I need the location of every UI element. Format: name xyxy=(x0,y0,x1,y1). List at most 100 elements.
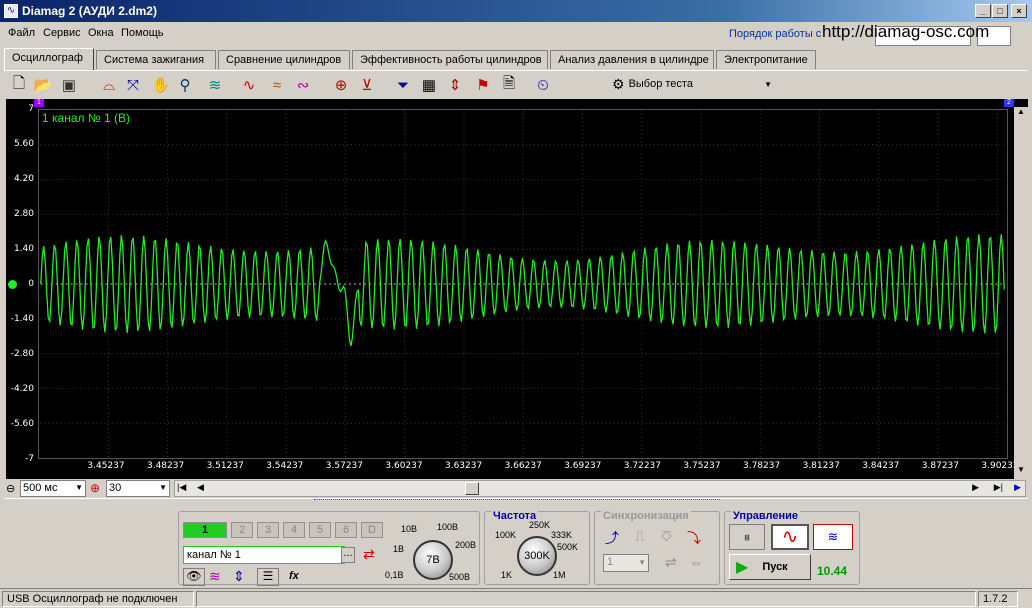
eye-icon[interactable]: 👁 xyxy=(183,568,205,586)
filter-icon[interactable]: ≋ xyxy=(204,74,226,96)
status-spacer xyxy=(196,591,976,607)
chevron-down-icon: ▼ xyxy=(75,483,83,492)
tab-oscilloscope[interactable]: Осциллограф xyxy=(4,48,94,70)
menu-windows[interactable]: Окна xyxy=(88,27,114,39)
close-button[interactable]: × xyxy=(1011,4,1027,18)
y-tick-label: 4.20 xyxy=(13,174,34,184)
timebase-minus-icon[interactable]: ⊖ xyxy=(6,482,15,495)
channel-button-1[interactable]: 1 xyxy=(183,522,227,538)
browse-button[interactable]: ... xyxy=(341,547,355,563)
oscilloscope-view[interactable]: 1 2 7 5.60 4.20 2.80 1.40 0 -1.40 -2.80 -4.20 -5.… xyxy=(6,99,1028,479)
sync-level-icon[interactable]: ⇌ xyxy=(665,554,677,571)
version-text: 1.7.2 xyxy=(978,591,1018,607)
panel-splitter[interactable] xyxy=(314,499,720,503)
grid-lines-icon[interactable]: ☰ xyxy=(257,568,279,586)
wave-b-icon[interactable]: ≈ xyxy=(266,74,288,96)
minimize-button[interactable]: _ xyxy=(975,4,991,18)
table-icon[interactable]: ▦ xyxy=(418,74,440,96)
horizontal-scrollbar[interactable]: |◀ ◀ ▶ ▶| ▶ xyxy=(174,480,1026,497)
rising-edge-icon[interactable]: ⤴ xyxy=(605,528,619,548)
sine-mode-button[interactable]: ∿ xyxy=(771,524,809,550)
scroll-thumb[interactable] xyxy=(465,482,479,495)
channel-name-field[interactable]: канал № 1 xyxy=(183,546,345,564)
marker-left[interactable]: 1 xyxy=(34,99,44,107)
split-icon[interactable]: ⇕ xyxy=(444,74,466,96)
channel-button-5[interactable]: 5 xyxy=(309,522,331,538)
voltage-knob[interactable]: 7В xyxy=(413,540,453,580)
channel-button-4[interactable]: 4 xyxy=(283,522,305,538)
zoom-icon[interactable]: ⚲ xyxy=(174,74,196,96)
tab-cylinder-compare[interactable]: Сравнение цилиндров xyxy=(218,50,350,69)
x-tick-label: 3.84237 xyxy=(862,461,900,471)
start-button[interactable]: ▶ Пуск xyxy=(729,554,811,580)
channel-button-3[interactable]: 3 xyxy=(257,522,279,538)
vertical-scrollbar[interactable]: ▲ ▼ xyxy=(1014,107,1028,479)
x-tick-label: 3.78237 xyxy=(742,461,781,471)
wave-c-icon[interactable]: ∾ xyxy=(292,74,314,96)
last-page-icon[interactable]: ▶| xyxy=(994,482,1003,493)
x-tick-label: 3.69237 xyxy=(564,461,602,471)
marker-right[interactable]: 2 xyxy=(1004,99,1014,107)
zoom-select[interactable]: 30 ▼ xyxy=(106,480,170,497)
zoom-plus-icon[interactable]: ⊕ xyxy=(90,481,100,495)
fall-icon[interactable]: ⎏ xyxy=(661,528,672,545)
channel-button-d[interactable]: D xyxy=(361,522,383,538)
prev-icon[interactable]: ◀ xyxy=(197,482,204,493)
freq-label-333k: 333K xyxy=(551,530,573,540)
auto-icon[interactable]: ⏲ xyxy=(532,74,554,96)
first-page-icon[interactable]: |◀ xyxy=(177,482,186,493)
auto-scale-icon[interactable]: ⊕ xyxy=(330,74,352,96)
cursor-icon[interactable]: ⌓ xyxy=(98,74,120,96)
menu-file[interactable]: Файл xyxy=(8,27,35,39)
menu-service[interactable]: Сервис xyxy=(43,27,81,39)
test-select[interactable]: ⚙ Выбор теста ▼ xyxy=(612,74,772,94)
document-icon[interactable]: 🗎 xyxy=(498,74,520,96)
y-tick-label: 0 xyxy=(28,279,34,289)
x-tick-label: 3.81237 xyxy=(802,461,840,471)
save-icon[interactable]: ▣ xyxy=(58,74,80,96)
timebase-bar: ⊖ 500 мс ▼ ⊕ 30 ▼ |◀ ◀ ▶ ▶| ▶ xyxy=(4,480,1028,498)
vertical-move-icon[interactable]: ⇕ xyxy=(233,568,245,585)
frequency-knob[interactable]: 300K xyxy=(517,536,557,576)
help-link[interactable]: Порядок работы с xyxy=(729,28,821,40)
channel-export-icon[interactable]: ⇄ xyxy=(363,546,375,563)
sync-shift-icon[interactable]: ⇔ xyxy=(689,554,703,570)
tab-cylinder-pressure[interactable]: Анализ давления в цилиндре xyxy=(550,50,714,69)
flag-icon[interactable]: ⚑ xyxy=(472,74,494,96)
wave-a-icon[interactable]: ∿ xyxy=(238,74,260,96)
x-tick-label: 3.75237 xyxy=(683,461,721,471)
play-icon[interactable]: ▶ xyxy=(1014,482,1021,493)
trigger-icon[interactable]: ⏷ xyxy=(392,74,414,96)
new-file-icon[interactable]: 🗋 xyxy=(8,74,30,96)
fx-icon[interactable]: fx xyxy=(289,570,299,582)
wave-style-icon[interactable]: ≋ xyxy=(209,568,221,585)
tab-ignition[interactable]: Система зажигания xyxy=(96,50,216,69)
site-url[interactable]: http://diamag-osc.com xyxy=(822,22,989,42)
front-icon[interactable]: ⎍ xyxy=(635,528,645,545)
pause-button[interactable]: ⏸ xyxy=(729,524,765,550)
chevron-down-icon: ▼ xyxy=(638,558,646,567)
zoom-value: 30 xyxy=(109,482,122,494)
noise-mode-button[interactable]: ≋ xyxy=(813,524,853,550)
tab-power[interactable]: Электропитание xyxy=(716,50,816,69)
menu-help[interactable]: Помощь xyxy=(121,27,164,39)
sync-off-icon[interactable]: ⤵ xyxy=(687,528,701,548)
x-tick-label: 3.54237 xyxy=(266,461,304,471)
arrow-up-icon[interactable]: ▲ xyxy=(1014,107,1028,121)
hand-icon[interactable]: ✋ xyxy=(150,74,172,96)
zero-icon[interactable]: ⊻ xyxy=(356,74,378,96)
next-icon[interactable]: ▶ xyxy=(972,482,979,493)
freq-label-1m: 1M xyxy=(553,570,566,580)
channel-button-2[interactable]: 2 xyxy=(231,522,253,538)
channel-button-6[interactable]: 6 xyxy=(335,522,357,538)
open-folder-icon[interactable]: 📂 xyxy=(32,74,54,96)
x-tick-label: 3.66237 xyxy=(504,461,542,471)
maximize-button[interactable]: □ xyxy=(992,4,1008,18)
timebase-select[interactable]: 500 мс ▼ xyxy=(20,480,86,497)
tab-cylinder-efficiency[interactable]: Эффективность работы цилиндров xyxy=(352,50,548,69)
arrow-down-icon[interactable]: ▼ xyxy=(1014,465,1028,479)
sync-channel-select[interactable]: 1 ▼ xyxy=(603,554,649,572)
volt-label-100v: 100В xyxy=(437,522,459,532)
measure-icon[interactable]: ⤧ xyxy=(122,74,144,96)
control-panel: 1 2 3 4 5 6 D канал № 1 ... ⇄ 👁 ≋ ⇕ ☰ fx… xyxy=(4,498,1028,588)
